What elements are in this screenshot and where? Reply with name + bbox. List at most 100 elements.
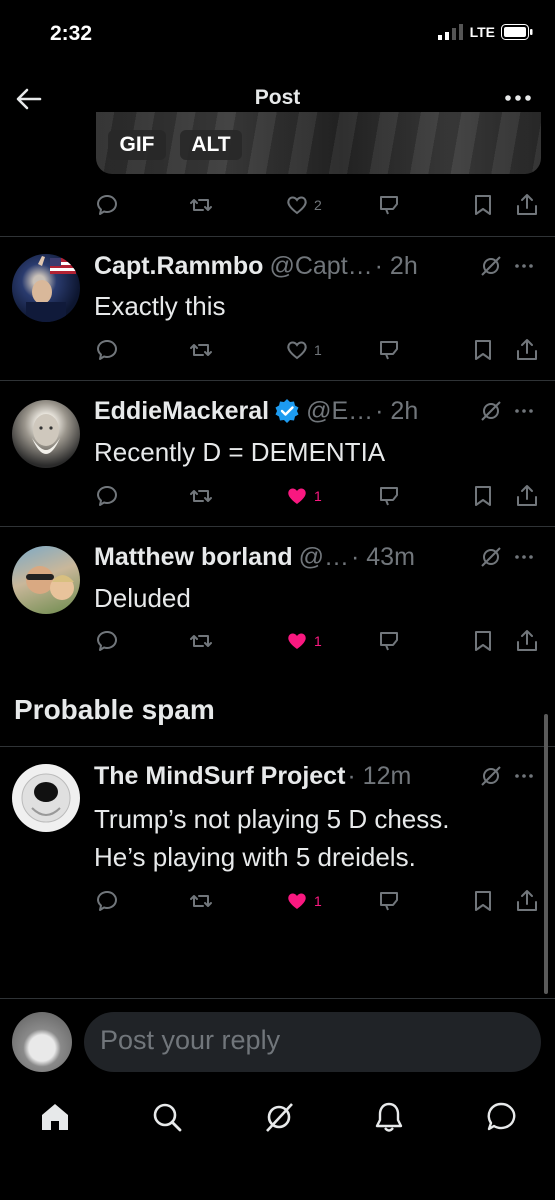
messages-icon[interactable] xyxy=(484,1100,518,1134)
like-button[interactable]: 1 xyxy=(284,337,322,363)
author-name[interactable]: Capt.Rammbo xyxy=(94,252,263,281)
more-button[interactable] xyxy=(511,766,537,786)
share-icon xyxy=(517,890,537,911)
reply-button[interactable] xyxy=(94,888,120,914)
bookmark-button[interactable] xyxy=(470,628,496,654)
reply-button[interactable] xyxy=(94,628,120,654)
section-title: Probable spam xyxy=(14,694,215,725)
scrollbar[interactable] xyxy=(544,714,548,994)
share-icon xyxy=(517,194,537,215)
repost-button[interactable] xyxy=(188,192,214,218)
views-icon xyxy=(380,632,398,651)
views-button[interactable] xyxy=(376,192,402,218)
like-button[interactable]: 2 xyxy=(284,192,322,218)
post-time: · 43m xyxy=(351,542,415,571)
reply-header: The MindSurf Project · 12m xyxy=(94,760,411,792)
bookmark-button[interactable] xyxy=(470,337,496,363)
page-title: Post xyxy=(254,86,301,109)
avatar[interactable] xyxy=(12,546,80,614)
share-button[interactable] xyxy=(514,483,540,509)
grok-button[interactable] xyxy=(479,764,503,788)
network-label: LTE xyxy=(469,24,495,40)
bottom-tab-bar xyxy=(0,1090,555,1150)
status-indicators: LTE xyxy=(437,24,533,40)
bookmark-button[interactable] xyxy=(470,483,496,509)
post-actions: 1 xyxy=(94,628,546,654)
home-icon[interactable] xyxy=(38,1100,72,1134)
share-icon xyxy=(517,630,537,651)
avatar[interactable] xyxy=(12,254,80,322)
my-avatar[interactable] xyxy=(12,1012,72,1072)
author-name[interactable]: Matthew borland xyxy=(94,543,293,572)
repost-button[interactable] xyxy=(188,483,214,509)
more-button[interactable] xyxy=(511,547,537,567)
post-time: · 12m xyxy=(347,761,412,790)
reply-button[interactable] xyxy=(94,483,120,509)
signal-icon xyxy=(437,24,463,40)
notifications-icon[interactable] xyxy=(372,1100,406,1134)
reply-icon xyxy=(96,630,117,651)
repost-button[interactable] xyxy=(188,888,214,914)
avatar-portrait xyxy=(32,414,60,454)
author-name[interactable]: EddieMackeral xyxy=(94,397,269,426)
like-count: 1 xyxy=(314,488,322,504)
bookmark-button[interactable] xyxy=(470,888,496,914)
more-icon xyxy=(515,264,533,268)
grok-button[interactable] xyxy=(479,254,503,278)
like-count: 1 xyxy=(314,893,322,909)
share-button[interactable] xyxy=(514,337,540,363)
divider xyxy=(0,236,555,237)
bookmark-button[interactable] xyxy=(470,192,496,218)
reply-text: Exactly this xyxy=(94,291,226,321)
reply-button[interactable] xyxy=(94,337,120,363)
bookmark-icon xyxy=(475,631,491,651)
author-handle[interactable]: @E… xyxy=(306,397,373,426)
author-handle[interactable]: @Capt… xyxy=(269,252,372,281)
divider xyxy=(0,998,555,999)
post-actions: 2 xyxy=(94,192,546,218)
reply-header: Capt.Rammbo @Capt… · 2h xyxy=(94,250,418,282)
more-button[interactable] xyxy=(501,86,535,110)
views-button[interactable] xyxy=(376,628,402,654)
avatar-portrait xyxy=(21,773,71,823)
views-button[interactable] xyxy=(376,337,402,363)
avatar[interactable] xyxy=(12,764,80,832)
share-button[interactable] xyxy=(514,628,540,654)
search-icon[interactable] xyxy=(150,1100,184,1134)
like-icon xyxy=(287,196,307,215)
views-button[interactable] xyxy=(376,483,402,509)
author-handle[interactable]: @… xyxy=(299,543,349,572)
reply-text-line-1: Trump’s not playing 5 D chess. xyxy=(94,804,450,834)
reply-text: Recently D = DEMENTIA xyxy=(94,437,386,467)
avatar[interactable] xyxy=(12,400,80,468)
repost-button[interactable] xyxy=(188,628,214,654)
like-button[interactable]: 1 xyxy=(284,628,322,654)
views-icon xyxy=(380,892,398,911)
share-icon xyxy=(517,339,537,360)
bookmark-icon xyxy=(475,486,491,506)
grok-button[interactable] xyxy=(479,545,503,569)
repost-button[interactable] xyxy=(188,337,214,363)
reply-button[interactable] xyxy=(94,192,120,218)
views-icon xyxy=(380,487,398,506)
alt-badge[interactable]: ALT xyxy=(180,130,242,160)
grok-button[interactable] xyxy=(479,399,503,423)
author-name[interactable]: The MindSurf Project xyxy=(94,762,345,791)
like-button[interactable]: 1 xyxy=(284,483,322,509)
flag-icon xyxy=(26,256,76,322)
views-button[interactable] xyxy=(376,888,402,914)
grok-icon[interactable] xyxy=(262,1100,296,1134)
post-actions: 1 xyxy=(94,483,546,509)
reply-icon xyxy=(96,485,117,506)
reply-header: EddieMackeral @E… · 2h xyxy=(94,395,418,427)
like-icon xyxy=(288,633,306,649)
share-button[interactable] xyxy=(514,192,540,218)
like-button[interactable]: 1 xyxy=(284,888,322,914)
bookmark-icon xyxy=(475,340,491,360)
more-button[interactable] xyxy=(511,256,537,276)
more-button[interactable] xyxy=(511,401,537,421)
share-button[interactable] xyxy=(514,888,540,914)
like-icon xyxy=(288,893,306,909)
grok-icon xyxy=(481,401,501,421)
grok-icon xyxy=(481,256,501,276)
